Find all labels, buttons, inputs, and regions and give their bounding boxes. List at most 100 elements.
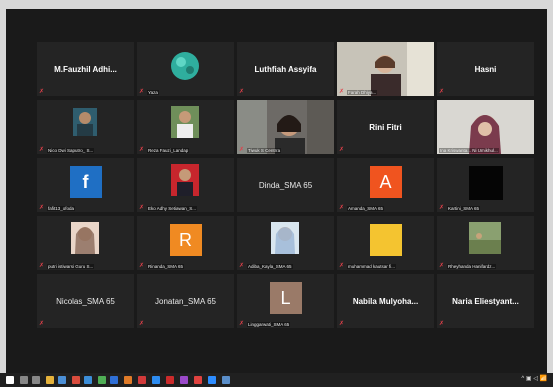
- start-icon[interactable]: [6, 376, 14, 384]
- participant-name: Rini Fitri: [369, 122, 402, 132]
- participant-name: Luthfiah Assyifa: [254, 64, 317, 74]
- mail-icon[interactable]: [84, 376, 92, 384]
- participant-tile[interactable]: Nicolas_SMA 65 ✗: [37, 274, 134, 328]
- task-view-icon[interactable]: [32, 376, 40, 384]
- mic-muted-icon: ✗: [39, 263, 45, 269]
- avatar: [468, 166, 503, 200]
- zoom-icon[interactable]: [208, 376, 216, 384]
- avatar: [137, 158, 234, 212]
- mic-muted-icon: ✗: [139, 147, 145, 153]
- chrome-icon[interactable]: [72, 376, 80, 384]
- system-tray[interactable]: ^ ▣ ◁ 📶: [521, 375, 547, 382]
- mic-muted-icon: ✗: [439, 321, 445, 327]
- participant-tile[interactable]: A ✗ Amanda_SMA 65: [337, 158, 434, 212]
- app-icon[interactable]: [124, 376, 132, 384]
- video-feed: [237, 100, 334, 154]
- participant-label: ✗ fafit13_ofoda: [39, 205, 76, 211]
- app-icon[interactable]: [138, 376, 146, 384]
- participant-label: ✗: [339, 147, 345, 153]
- participant-label: ✗ Linggarwati_SMA 65: [239, 321, 291, 327]
- app-icon[interactable]: [180, 376, 188, 384]
- mic-muted-icon: ✗: [239, 147, 245, 153]
- mic-muted-icon: ✗: [39, 205, 45, 211]
- participant-tile[interactable]: R ✗ Rinanda_SMA 65: [137, 216, 234, 270]
- participant-tile[interactable]: Dinda_SMA 65: [237, 158, 334, 212]
- app-icon[interactable]: [98, 376, 106, 384]
- app-icon[interactable]: [194, 376, 202, 384]
- participant-tile[interactable]: Naria Eliestyant... ✗: [437, 274, 534, 328]
- participant-label: ✗ Adiba_Kayla_SMA 65: [239, 263, 293, 269]
- mic-muted-icon: ✗: [139, 321, 145, 327]
- avatar: [37, 216, 134, 270]
- participant-tile[interactable]: L ✗ Linggarwati_SMA 65: [237, 274, 334, 328]
- participant-label: ✗ muhammad kautsar fi...: [339, 263, 397, 269]
- participant-label: ✗: [439, 321, 445, 327]
- participant-tile[interactable]: ✗ Kartini_SMA 65: [437, 158, 534, 212]
- participant-label: ✗ Eko Adhy Setiawan_S...: [139, 205, 198, 211]
- participant-tile[interactable]: ✗ Farah Dhiya...: [337, 42, 434, 96]
- participant-tile[interactable]: Hasni ✗: [437, 42, 534, 96]
- mic-muted-icon: ✗: [139, 263, 145, 269]
- avatar: L: [269, 282, 302, 314]
- participant-name: Jonatan_SMA 65: [155, 296, 216, 306]
- participant-tile[interactable]: ✗ Tiwuk S Centrra: [237, 100, 334, 154]
- mic-muted-icon: ✗: [439, 89, 445, 95]
- folder-icon[interactable]: [46, 376, 54, 384]
- participant-tile[interactable]: Luthfiah Assyifa ✗: [237, 42, 334, 96]
- participant-tile[interactable]: ✗ Rheyhanda Hanifardz...: [437, 216, 534, 270]
- participant-label: ✗ Amanda_SMA 65: [339, 205, 385, 211]
- mic-muted-icon: ✗: [339, 263, 345, 269]
- participant-tile[interactable]: Jonatan_SMA 65 ✗: [137, 274, 234, 328]
- participant-name: Naria Eliestyant...: [452, 296, 519, 306]
- participant-tile[interactable]: ✗ Reza Fauzi_Landap: [137, 100, 234, 154]
- participant-tile[interactable]: Nabila Mulyoha... ✗: [337, 274, 434, 328]
- participant-tile[interactable]: f ✗ fafit13_ofoda: [37, 158, 134, 212]
- participant-label: ✗ Farah Dhiya...: [339, 89, 378, 95]
- participant-label: ✗: [339, 321, 345, 327]
- participant-tile[interactable]: ✗ Nico Dwi Saputro_ S...: [37, 100, 134, 154]
- mic-muted-icon: ✗: [439, 205, 445, 211]
- mic-muted-icon: ✗: [439, 263, 445, 269]
- mic-muted-icon: ✗: [239, 263, 245, 269]
- participant-tile[interactable]: ✗ putri istiwarsi Guru S...: [37, 216, 134, 270]
- participant-tile[interactable]: ✗ Eko Adhy Setiawan_S...: [137, 158, 234, 212]
- avatar: [137, 100, 234, 154]
- store-icon[interactable]: [58, 376, 66, 384]
- pdf-icon[interactable]: [166, 376, 174, 384]
- avatar: f: [69, 166, 102, 198]
- video-feed: [437, 100, 534, 154]
- avatar: [37, 100, 134, 154]
- app-icon[interactable]: [110, 376, 118, 384]
- active-speaker-tile[interactable]: Ina Kriswanta... Ni Umikhul...: [437, 100, 534, 154]
- mic-muted-icon: ✗: [239, 89, 245, 95]
- participant-label: ✗: [39, 321, 45, 327]
- avatar: [237, 216, 334, 270]
- participant-label: ✗: [39, 89, 45, 95]
- taskbar: ^ ▣ ◁ 📶: [0, 373, 553, 387]
- participant-tile[interactable]: M.Fauzhil Adhi... ✗: [37, 42, 134, 96]
- participant-name: M.Fauzhil Adhi...: [54, 64, 117, 74]
- mic-muted-icon: ✗: [339, 321, 345, 327]
- participant-label: Ina Kriswanta... Ni Umikhul...: [439, 148, 499, 153]
- app-icon[interactable]: [152, 376, 160, 384]
- search-icon[interactable]: [20, 376, 28, 384]
- participant-tile[interactable]: ✗ muhammad kautsar fi...: [337, 216, 434, 270]
- mic-muted-icon: ✗: [239, 321, 245, 327]
- app-icon[interactable]: [222, 376, 230, 384]
- participant-tile[interactable]: ✗ Adiba_Kayla_SMA 65: [237, 216, 334, 270]
- participant-label: ✗ putri istiwarsi Guru S...: [39, 263, 95, 269]
- mic-muted-icon: ✗: [39, 147, 45, 153]
- mic-muted-icon: ✗: [339, 89, 345, 95]
- avatar: [437, 216, 534, 270]
- participant-label: ✗ Yaza: [139, 89, 159, 95]
- participant-label: ✗ Rheyhanda Hanifardz...: [439, 263, 497, 269]
- participant-label: ✗: [239, 89, 245, 95]
- mic-muted-icon: ✗: [139, 89, 145, 95]
- participant-tile[interactable]: Rini Fitri ✗: [337, 100, 434, 154]
- participant-label: ✗ Rinanda_SMA 65: [139, 263, 185, 269]
- participant-name: Nabila Mulyoha...: [352, 296, 419, 306]
- avatar: [137, 42, 234, 96]
- participant-label: ✗: [139, 321, 145, 327]
- participant-name: Dinda_SMA 65: [258, 180, 313, 190]
- participant-tile[interactable]: ✗ Yaza: [137, 42, 234, 96]
